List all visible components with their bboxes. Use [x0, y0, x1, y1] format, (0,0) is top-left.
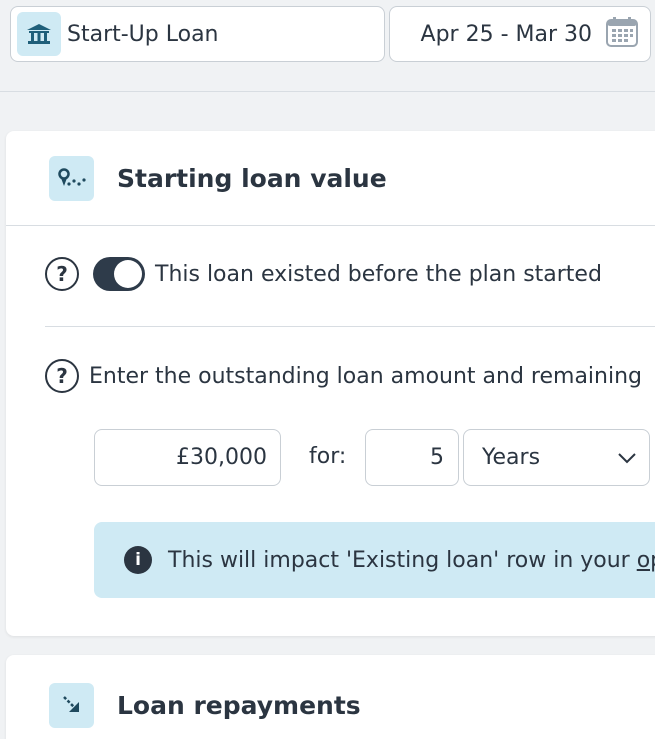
- term-unit-select[interactable]: Years: [463, 429, 650, 486]
- date-range-selector[interactable]: Apr 25 - Mar 30: [389, 6, 651, 62]
- date-range: Apr 25 - Mar 30: [420, 21, 592, 47]
- starting-loan-title: Starting loan value: [117, 163, 387, 193]
- info-notice: i This will impact 'Existing loan' row i…: [94, 522, 655, 598]
- loan-name: Start-Up Loan: [67, 21, 219, 47]
- top-bar: Start-Up Loan Apr 25 - Mar 30: [0, 0, 655, 92]
- starting-loan-header: Starting loan value: [6, 131, 655, 226]
- route-icon: [49, 155, 94, 201]
- info-text: This will impact 'Existing loan' row in …: [168, 548, 655, 573]
- for-label: for:: [309, 444, 347, 469]
- info-icon: i: [124, 546, 152, 574]
- term-unit-value: Years: [482, 445, 541, 470]
- loan-repayments-header: Loan repayments: [6, 655, 655, 739]
- loan-selector[interactable]: Start-Up Loan: [10, 6, 385, 62]
- chevron-down-icon: [617, 445, 637, 470]
- info-message: This will impact 'Existing loan' row in …: [168, 547, 637, 573]
- help-icon[interactable]: ?: [45, 257, 79, 291]
- loan-repayments-card: Loan repayments: [6, 655, 655, 739]
- amount-row: ? Enter the outstanding loan amount and …: [45, 359, 642, 393]
- loan-term-input[interactable]: 5: [365, 429, 459, 486]
- loan-amount-input[interactable]: £30,000: [94, 429, 281, 486]
- calendar-icon[interactable]: [606, 17, 638, 51]
- divider: [45, 326, 655, 327]
- info-link[interactable]: op: [637, 548, 655, 573]
- starting-loan-card: Starting loan value ? This loan existed …: [6, 131, 655, 636]
- loan-repayments-title: Loan repayments: [117, 690, 361, 720]
- loan-existed-label: This loan existed before the plan starte…: [155, 261, 602, 287]
- loan-existed-toggle[interactable]: [93, 257, 145, 291]
- existed-row: ? This loan existed before the plan star…: [45, 257, 602, 291]
- arrow-down-right-icon: [49, 682, 94, 728]
- bank-icon: [17, 12, 61, 56]
- outstanding-amount-label: Enter the outstanding loan amount and re…: [89, 363, 642, 389]
- help-icon[interactable]: ?: [45, 359, 79, 393]
- toggle-knob: [114, 260, 142, 288]
